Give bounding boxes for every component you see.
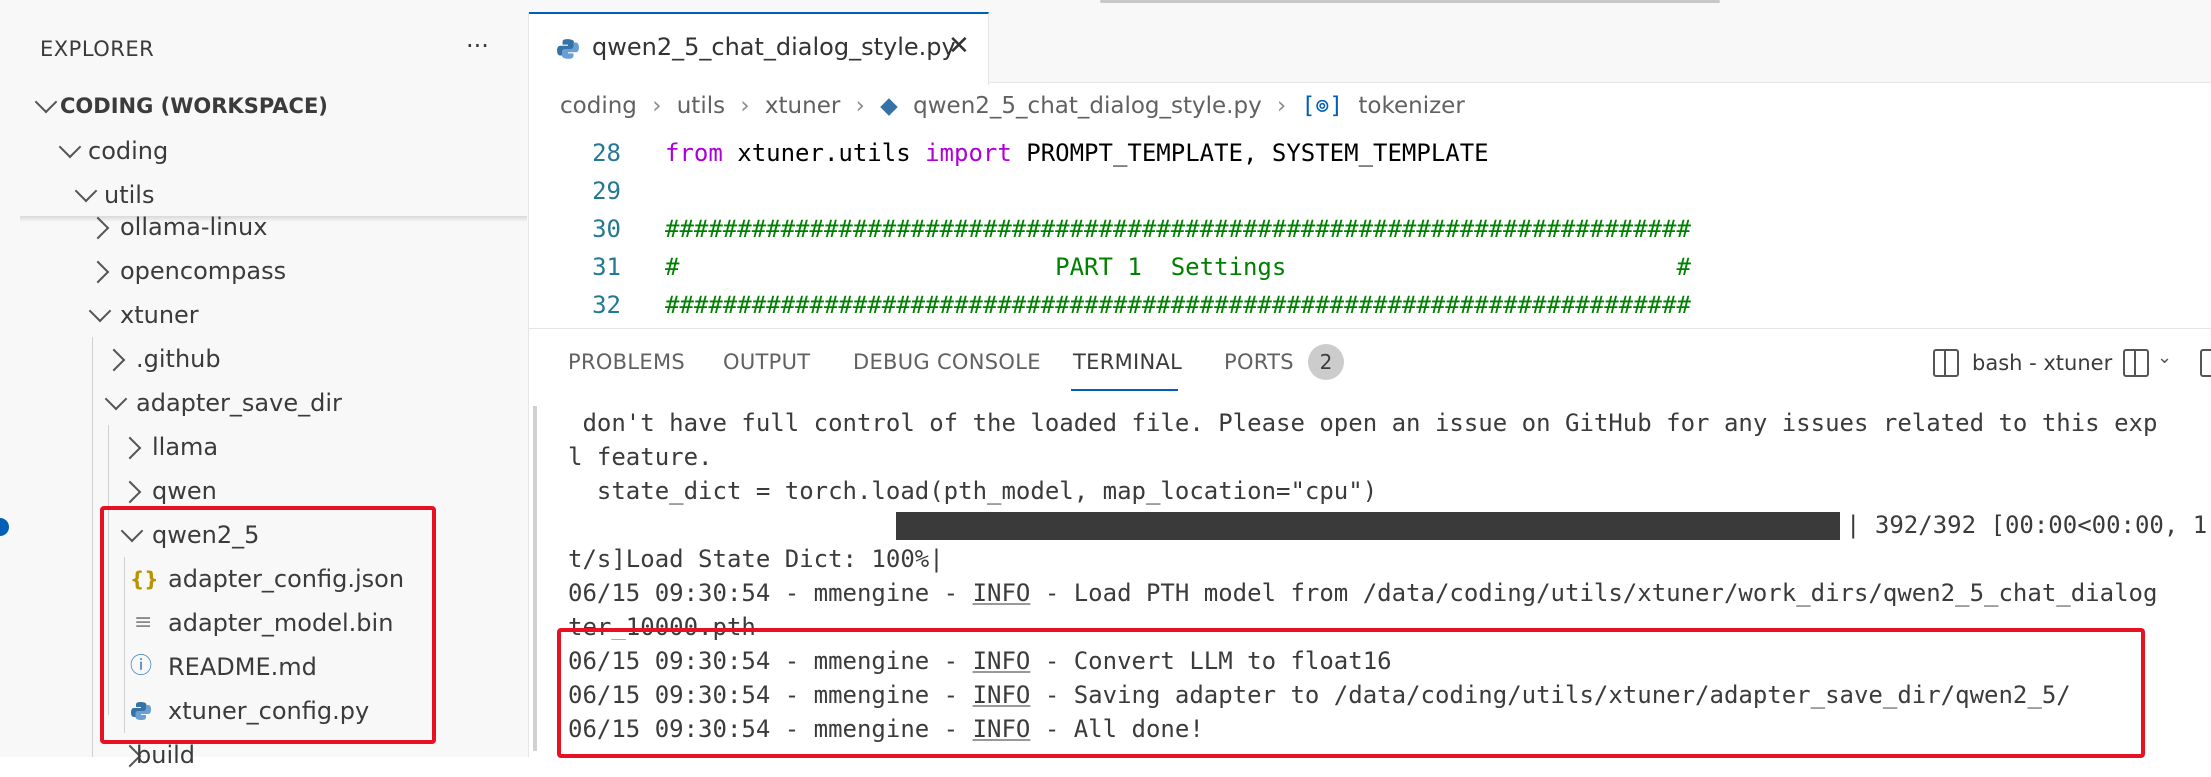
tree-item-github[interactable]: .github — [20, 337, 528, 381]
terminal-line: t/s] — [568, 545, 626, 573]
breadcrumb-item[interactable]: qwen2_5_chat_dialog_style.py — [913, 93, 1262, 119]
terminal-panel-icon — [1933, 349, 1959, 377]
line-number: 30 — [592, 215, 621, 243]
breadcrumb-item[interactable]: xtuner — [765, 93, 840, 119]
tab-ports[interactable]: PORTS — [1224, 350, 1294, 374]
code-editor[interactable]: 28 from xtuner.utils import PROMPT_TEMPLA… — [529, 134, 2211, 326]
line-number: 31 — [592, 253, 621, 281]
code-text: from xtuner.utils import PROMPT_TEMPLATE… — [665, 139, 1489, 167]
highlight-box-files — [100, 506, 436, 744]
tree-item-label: coding — [88, 137, 169, 165]
terminal-progress-line: Load State Dict: 100%| | 392/392 [00:00<… — [568, 508, 2211, 573]
terminal-line: 06/15 09:30:54 - mmengine - INFO - Load … — [568, 579, 2158, 607]
panel-layout-icon[interactable] — [2200, 349, 2211, 377]
line-number: 29 — [592, 177, 621, 205]
ports-count-badge: 2 — [1308, 344, 1344, 380]
terminal-line: don't have full control of the loaded fi… — [568, 409, 2158, 437]
tree-item-xtuner[interactable]: xtuner — [20, 293, 528, 337]
code-text: ########################################… — [665, 291, 1691, 319]
tree-item-coding[interactable]: coding — [20, 129, 528, 173]
top-scrollbar[interactable] — [1100, 0, 1720, 3]
chevron-right-icon — [86, 260, 110, 284]
chevron-down-icon — [34, 90, 58, 114]
tree-item-opencompass[interactable]: opencompass — [20, 249, 528, 293]
line-number: 32 — [592, 291, 621, 319]
terminal-name[interactable]: bash - xtuner — [1972, 351, 2112, 375]
chevron-right-icon: › — [652, 93, 662, 119]
active-tab-indicator — [1071, 389, 1178, 391]
tab-output[interactable]: OUTPUT — [723, 350, 810, 374]
progress-bar — [896, 512, 1840, 540]
tree-item-label: .github — [136, 345, 221, 373]
chevron-right-icon — [102, 348, 126, 372]
terminal-line: l feature. — [568, 443, 713, 471]
chevron-down-icon[interactable]: ⌄ — [2157, 347, 2172, 368]
workspace-header[interactable]: CODING (WORKSPACE) — [20, 84, 528, 128]
chevron-right-icon: › — [855, 93, 865, 119]
chevron-right-icon — [118, 436, 142, 460]
split-terminal-icon[interactable] — [2123, 349, 2149, 377]
progress-label: Load State Dict: 100%| — [625, 545, 944, 573]
activity-bar — [0, 12, 21, 757]
close-icon[interactable]: ✕ — [948, 31, 970, 61]
terminal-scroll-gutter — [533, 406, 537, 751]
tree-item-label: llama — [152, 433, 219, 461]
breadcrumb: coding › utils › xtuner › ◆ qwen2_5_chat… — [560, 93, 1473, 119]
variable-icon: [⊚] — [1301, 93, 1344, 119]
chevron-right-icon — [118, 480, 142, 504]
chevron-down-icon — [88, 299, 112, 323]
tree-item-label: opencompass — [120, 257, 287, 285]
chevron-down-icon — [58, 135, 82, 159]
tab-debug-console[interactable]: DEBUG CONSOLE — [853, 350, 1041, 374]
code-text: ########################################… — [665, 215, 1691, 243]
chevron-right-icon — [86, 216, 110, 240]
python-file-icon — [556, 37, 580, 65]
tree-item-label: xtuner — [120, 301, 199, 329]
explorer-title: EXPLORER — [40, 37, 155, 61]
python-file-icon: ◆ — [880, 93, 898, 119]
progress-stats: | 392/392 [00:00<00:00, 1 — [1846, 511, 2208, 539]
chevron-down-icon — [104, 387, 128, 411]
workspace-label: CODING (WORKSPACE) — [60, 94, 328, 118]
chevron-down-icon — [74, 179, 98, 203]
tree-item-adapter-save-dir[interactable]: adapter_save_dir — [20, 381, 528, 425]
tree-item-llama[interactable]: llama — [20, 425, 528, 469]
line-number: 28 — [592, 139, 621, 167]
editor-tab-label: qwen2_5_chat_dialog_style.py — [592, 33, 956, 61]
tree-item-ollama-linux[interactable]: ollama-linux — [20, 205, 528, 249]
tree-item-label: adapter_save_dir — [136, 389, 342, 417]
more-actions-icon[interactable]: ··· — [466, 32, 489, 60]
tree-item-label: ollama-linux — [120, 213, 268, 241]
code-text: # PART 1 Settings # — [665, 253, 1691, 281]
chevron-right-icon: › — [1277, 93, 1287, 119]
chevron-right-icon: › — [740, 93, 750, 119]
terminal-line: state_dict = torch.load(pth_model, map_l… — [568, 477, 1378, 505]
tab-terminal[interactable]: TERMINAL — [1073, 350, 1182, 374]
breadcrumb-item[interactable]: tokenizer — [1358, 93, 1464, 119]
breadcrumb-item[interactable]: coding — [560, 93, 637, 119]
breadcrumb-item[interactable]: utils — [677, 93, 725, 119]
tab-problems[interactable]: PROBLEMS — [568, 350, 685, 374]
highlight-box-terminal — [557, 628, 2145, 758]
